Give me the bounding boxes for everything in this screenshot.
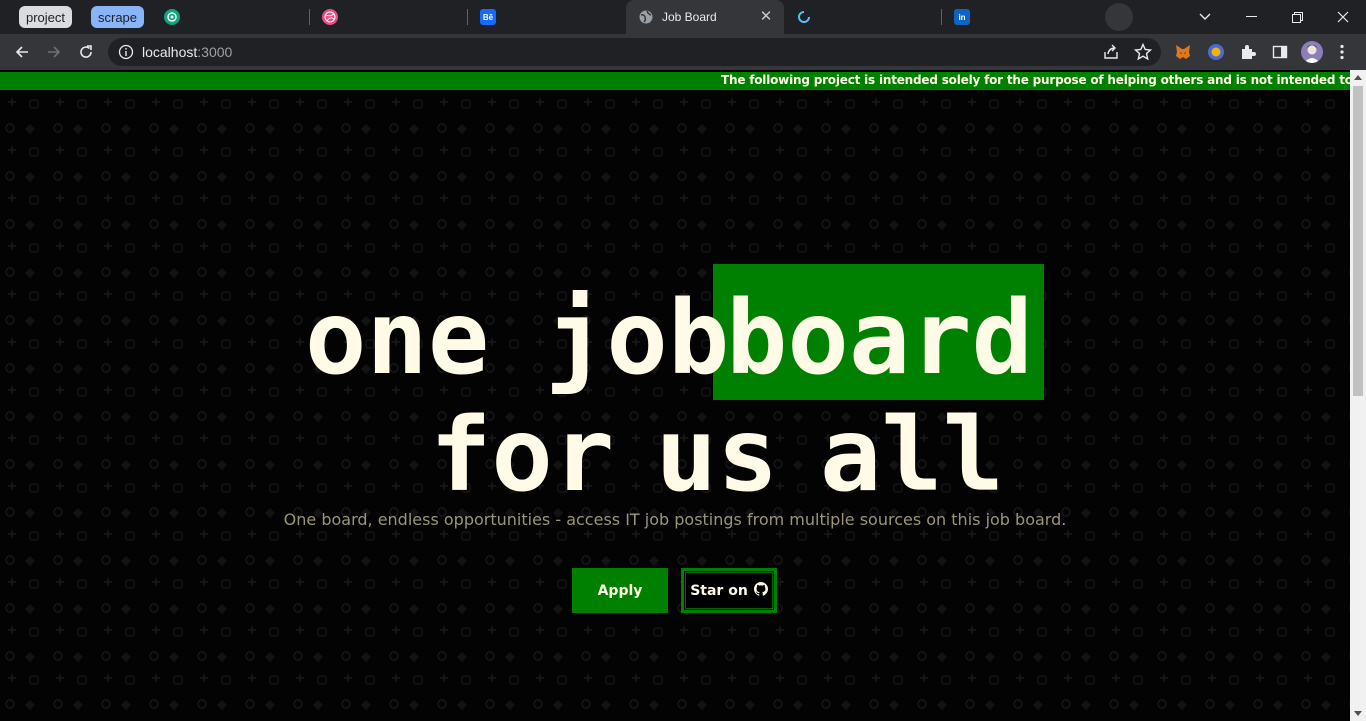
restore-button[interactable]	[1274, 0, 1320, 34]
scroll-down-arrow-icon[interactable]	[1354, 711, 1362, 716]
back-button[interactable]	[8, 38, 36, 66]
star-on-github-button[interactable]: Star on	[681, 568, 777, 613]
github-icon	[753, 581, 768, 600]
reload-button[interactable]	[72, 38, 100, 66]
url-host: localhost	[142, 44, 198, 60]
chrome-menu-icon[interactable]	[1332, 42, 1352, 62]
tab-loading[interactable]	[784, 0, 940, 34]
disclaimer-banner: The following project is intended solely…	[0, 72, 1350, 90]
openai-icon	[164, 9, 180, 25]
hero-word-board: board	[726, 279, 1034, 398]
side-panel-icon[interactable]	[1270, 42, 1290, 62]
globe-icon	[638, 9, 654, 25]
apply-button-label: Apply	[597, 582, 643, 599]
hero-word-one: one	[305, 279, 490, 398]
share-icon[interactable]	[1102, 43, 1120, 65]
tab-linkedin[interactable]: in	[942, 0, 1098, 34]
url-text[interactable]: localhost:3000	[142, 44, 232, 60]
metamask-icon[interactable]	[1173, 42, 1193, 62]
dribbble-icon	[322, 9, 338, 25]
extension-shield-icon[interactable]	[1206, 42, 1226, 62]
browser-toolbar: localhost:3000	[0, 34, 1366, 70]
tab-strip: project scrape Bē Job Board ✕ in	[0, 0, 1366, 34]
hero-line-two: for us all	[430, 396, 1005, 515]
hero-word-job: job	[545, 279, 730, 398]
tab-group-scrape[interactable]: scrape	[91, 6, 145, 28]
tab-group-project[interactable]: project	[19, 6, 73, 28]
url-port: :3000	[197, 44, 233, 60]
extensions-puzzle-icon[interactable]	[1238, 42, 1258, 62]
close-window-button[interactable]	[1320, 0, 1366, 34]
star-button-label: Star on	[690, 582, 748, 599]
page-content: The following project is intended solely…	[0, 70, 1350, 721]
hero-subtitle: One board, endless opportunities - acces…	[283, 510, 1067, 529]
behance-icon: Bē	[480, 9, 496, 25]
profile-avatar[interactable]	[1301, 41, 1323, 63]
page-scrollbar[interactable]	[1350, 70, 1366, 721]
address-bar[interactable]: localhost:3000	[108, 38, 1161, 66]
linkedin-icon: in	[954, 9, 970, 25]
tab-behance[interactable]: Bē	[468, 0, 624, 34]
forward-button[interactable]	[40, 38, 68, 66]
minimize-button[interactable]	[1228, 0, 1274, 34]
tab-title: Job Board	[662, 10, 717, 24]
close-tab-icon[interactable]: ✕	[758, 9, 774, 25]
tab-openai[interactable]	[152, 0, 308, 34]
tab-search-button[interactable]	[1182, 0, 1228, 34]
scroll-thumb[interactable]	[1353, 86, 1363, 396]
apply-button[interactable]: Apply	[572, 568, 668, 613]
disclaimer-text: The following project is intended solely…	[721, 73, 1350, 87]
loading-icon	[796, 9, 812, 25]
new-tab-button[interactable]	[1105, 3, 1133, 31]
tab-dribbble[interactable]	[310, 0, 466, 34]
bookmark-star-icon[interactable]	[1133, 42, 1153, 65]
scroll-up-arrow-icon[interactable]	[1354, 75, 1362, 80]
site-info-icon[interactable]	[118, 44, 134, 64]
tab-job-board[interactable]: Job Board ✕	[626, 0, 784, 34]
